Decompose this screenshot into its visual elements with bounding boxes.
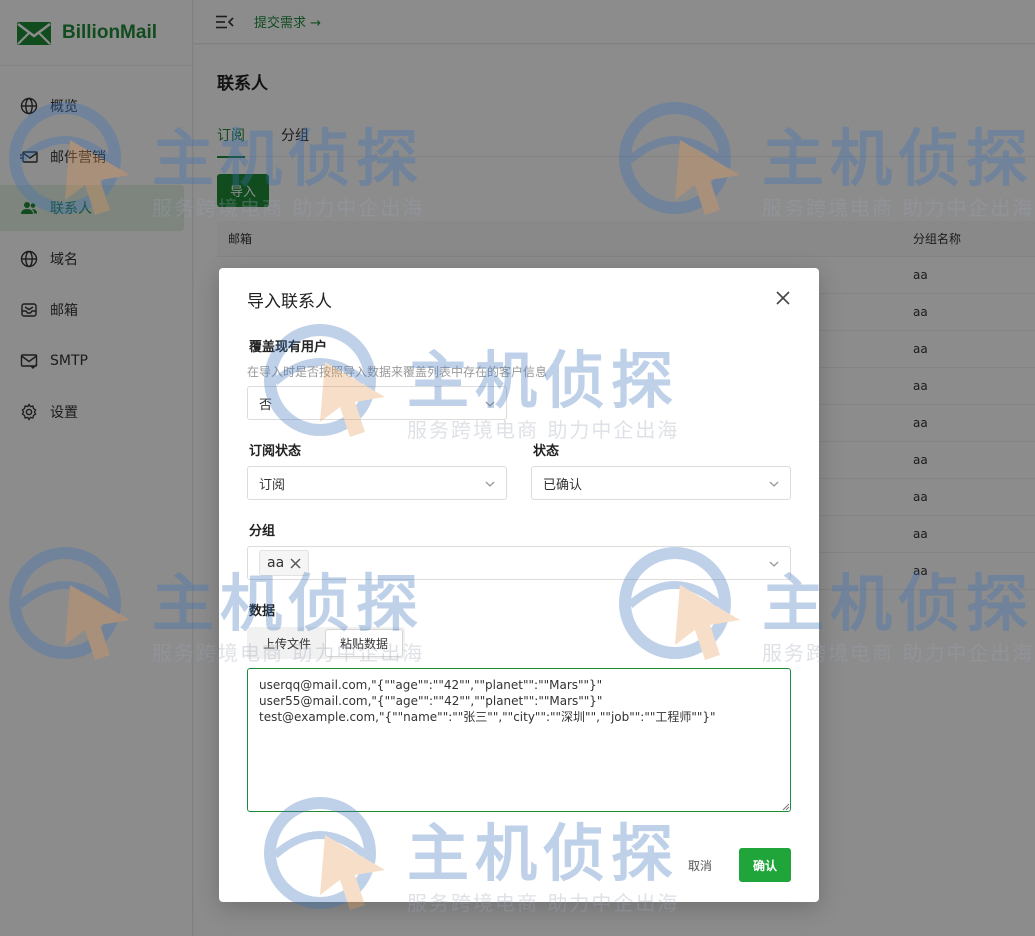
overwrite-label: 覆盖现有用户	[249, 340, 328, 355]
group-tag: aa	[259, 550, 310, 576]
subscription-status-value: 订阅	[259, 477, 286, 493]
resize-handle-icon[interactable]	[782, 803, 790, 811]
status-select[interactable]: 已确认	[531, 466, 791, 500]
modal-title: 导入联系人	[247, 292, 332, 312]
status-value: 已确认	[543, 477, 583, 493]
status-label: 状态	[533, 444, 560, 459]
subscription-status-label: 订阅状态	[249, 444, 302, 459]
overwrite-value: 否	[259, 397, 273, 413]
import-contacts-modal: 导入联系人 覆盖现有用户 在导入时是否按照导入数据来覆盖列表中存在的客户信息 否…	[219, 268, 819, 902]
close-icon[interactable]	[775, 290, 791, 306]
chevron-down-icon	[769, 481, 779, 487]
cancel-button[interactable]: 取消	[674, 848, 726, 882]
group-multiselect[interactable]: aa	[247, 546, 791, 580]
paste-data-textarea[interactable]: userqq@mail.com,"{""age"":""42"",""plane…	[247, 668, 791, 812]
chevron-down-icon	[485, 481, 495, 487]
chevron-down-icon	[769, 561, 779, 567]
chevron-down-icon	[485, 401, 495, 407]
data-input-mode: 上传文件 粘贴数据	[247, 627, 406, 659]
subscription-status-select[interactable]: 订阅	[247, 466, 507, 500]
overwrite-hint: 在导入时是否按照导入数据来覆盖列表中存在的客户信息	[247, 365, 548, 379]
group-tag-label: aa	[267, 555, 285, 571]
data-label: 数据	[249, 604, 276, 619]
group-label: 分组	[249, 524, 276, 539]
paste-data-option[interactable]: 粘贴数据	[325, 629, 404, 657]
overwrite-select[interactable]: 否	[247, 386, 507, 420]
confirm-button[interactable]: 确认	[739, 848, 791, 882]
remove-tag-icon[interactable]	[290, 558, 301, 569]
upload-file-option[interactable]: 上传文件	[249, 629, 325, 657]
